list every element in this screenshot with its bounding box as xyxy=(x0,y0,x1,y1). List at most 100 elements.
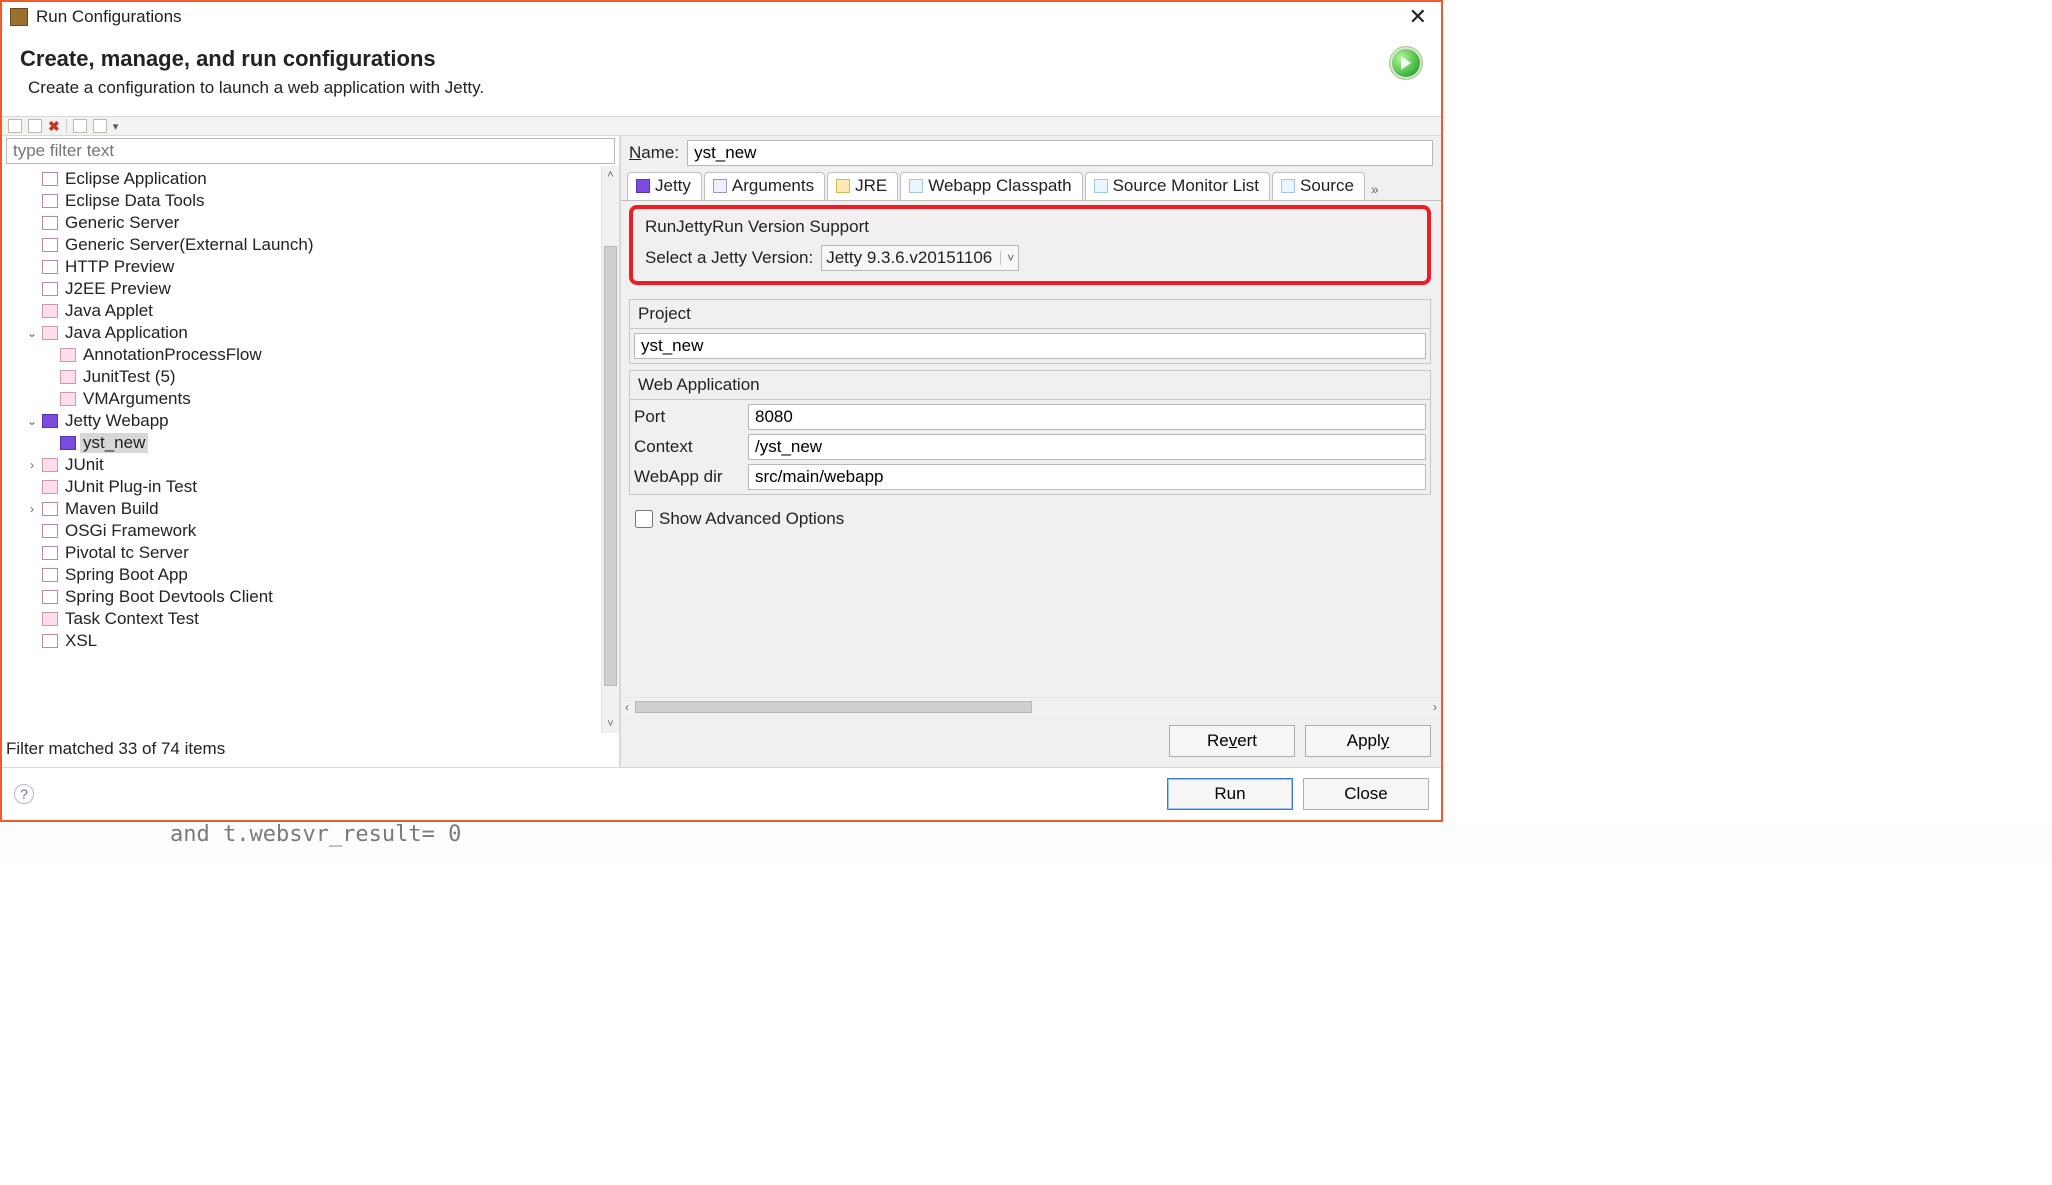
scroll-up-icon[interactable]: ˄ xyxy=(602,166,619,184)
app-icon xyxy=(10,8,28,26)
tree-item[interactable]: JunitTest (5) xyxy=(8,366,597,388)
tree-item[interactable]: ›JUnit xyxy=(8,454,597,476)
chevron-down-icon: ˅ xyxy=(1000,251,1014,265)
tree-item[interactable]: Task Context Test xyxy=(8,608,597,630)
scroll-down-icon[interactable]: ˅ xyxy=(602,715,619,733)
scroll-thumb[interactable] xyxy=(604,246,617,686)
name-label: Name: xyxy=(629,143,679,163)
tree-scrollbar[interactable]: ˄ ˅ xyxy=(601,166,619,733)
tab-jre[interactable]: JRE xyxy=(827,172,898,200)
duplicate-config-icon[interactable] xyxy=(28,119,42,133)
webappdir-label: WebApp dir xyxy=(634,464,744,490)
tree-item-label: J2EE Preview xyxy=(62,279,174,299)
tree-item-label: yst_new xyxy=(80,433,148,453)
collapse-all-icon[interactable] xyxy=(73,119,87,133)
filter-input[interactable] xyxy=(6,138,615,164)
source-monitor-tab-icon xyxy=(1094,179,1108,193)
tree-item[interactable]: ›Maven Build xyxy=(8,498,597,520)
tab-arguments[interactable]: Arguments xyxy=(704,172,825,200)
revert-button[interactable]: Revert xyxy=(1169,725,1295,757)
tab-source[interactable]: Source xyxy=(1272,172,1365,200)
tree-item[interactable]: XSL xyxy=(8,630,597,652)
twisty-icon[interactable]: ⌄ xyxy=(26,326,38,340)
port-input[interactable] xyxy=(748,404,1426,430)
context-input[interactable] xyxy=(748,434,1426,460)
project-section: Project xyxy=(629,299,1431,364)
twisty-icon[interactable]: ⌄ xyxy=(26,414,38,428)
tab-source-monitor[interactable]: Source Monitor List xyxy=(1085,172,1270,200)
tree-item[interactable]: Java Applet xyxy=(8,300,597,322)
hscroll-thumb[interactable] xyxy=(635,701,1032,713)
tree-item-label: JUnit Plug-in Test xyxy=(62,477,200,497)
version-group-title: RunJettyRun Version Support xyxy=(645,217,1419,237)
project-input[interactable] xyxy=(634,333,1426,359)
classpath-tab-icon xyxy=(909,179,923,193)
config-tree[interactable]: Eclipse ApplicationEclipse Data ToolsGen… xyxy=(2,166,601,733)
tree-item[interactable]: ⌄Jetty Webapp xyxy=(8,410,597,432)
tree-item[interactable]: HTTP Preview xyxy=(8,256,597,278)
tabs-overflow-icon[interactable]: » xyxy=(1367,178,1383,200)
titlebar: Run Configurations ✕ xyxy=(2,2,1441,32)
config-type-icon xyxy=(60,392,76,406)
jetty-version-combo[interactable]: Jetty 9.3.6.v20151106 ˅ xyxy=(821,245,1019,271)
config-type-icon xyxy=(42,568,58,582)
tree-item[interactable]: JUnit Plug-in Test xyxy=(8,476,597,498)
tree-item[interactable]: Generic Server(External Launch) xyxy=(8,234,597,256)
horizontal-scrollbar[interactable]: ‹ › xyxy=(621,697,1441,715)
tree-item-label: Eclipse Data Tools xyxy=(62,191,208,211)
project-title: Project xyxy=(630,300,1430,329)
tree-item[interactable]: OSGi Framework xyxy=(8,520,597,542)
config-type-icon xyxy=(42,458,58,472)
hscroll-left-icon[interactable]: ‹ xyxy=(625,700,629,714)
tree-item[interactable]: Eclipse Data Tools xyxy=(8,190,597,212)
filter-status: Filter matched 33 of 74 items xyxy=(2,733,619,767)
config-type-icon xyxy=(42,238,58,252)
advanced-label: Show Advanced Options xyxy=(659,509,844,529)
config-type-icon xyxy=(42,590,58,604)
config-type-icon xyxy=(42,414,58,428)
webappdir-input[interactable] xyxy=(748,464,1426,490)
tree-item[interactable]: VMArguments xyxy=(8,388,597,410)
tree-item-label: HTTP Preview xyxy=(62,257,177,277)
delete-config-icon[interactable]: ✖ xyxy=(48,119,60,133)
tree-item-label: Pivotal tc Server xyxy=(62,543,192,563)
tree-item[interactable]: Spring Boot Devtools Client xyxy=(8,586,597,608)
name-input[interactable] xyxy=(687,140,1433,166)
tree-item[interactable]: yst_new xyxy=(8,432,597,454)
tree-item[interactable]: Spring Boot App xyxy=(8,564,597,586)
config-type-icon xyxy=(60,370,76,384)
config-type-icon xyxy=(42,546,58,560)
config-type-icon xyxy=(42,502,58,516)
tree-item[interactable]: AnnotationProcessFlow xyxy=(8,344,597,366)
source-tab-icon xyxy=(1281,179,1295,193)
window-title: Run Configurations xyxy=(36,7,182,27)
tab-jetty[interactable]: Jetty xyxy=(627,172,702,200)
tree-item-label: Spring Boot App xyxy=(62,565,191,585)
hscroll-right-icon[interactable]: › xyxy=(1433,700,1437,714)
tree-item[interactable]: Pivotal tc Server xyxy=(8,542,597,564)
config-type-icon xyxy=(42,524,58,538)
advanced-checkbox[interactable] xyxy=(635,510,653,528)
apply-button[interactable]: Apply xyxy=(1305,725,1431,757)
run-icon xyxy=(1389,46,1423,80)
tree-item[interactable]: ⌄Java Application xyxy=(8,322,597,344)
new-config-icon[interactable] xyxy=(8,119,22,133)
tab-webapp-classpath[interactable]: Webapp Classpath xyxy=(900,172,1082,200)
twisty-icon[interactable]: › xyxy=(26,458,38,472)
tree-item[interactable]: Generic Server xyxy=(8,212,597,234)
run-button[interactable]: Run xyxy=(1167,778,1293,810)
tree-item-label: XSL xyxy=(62,631,100,651)
close-button[interactable]: Close xyxy=(1303,778,1429,810)
jetty-version-highlight: RunJettyRun Version Support Select a Jet… xyxy=(629,205,1431,285)
config-type-icon xyxy=(42,194,58,208)
run-configurations-dialog: Run Configurations ✕ Create, manage, and… xyxy=(0,0,1443,822)
tree-item-label: AnnotationProcessFlow xyxy=(80,345,265,365)
help-icon[interactable]: ? xyxy=(14,784,34,804)
context-label: Context xyxy=(634,434,744,460)
toolbar-menu-icon[interactable]: ▾ xyxy=(113,120,119,133)
tree-item[interactable]: J2EE Preview xyxy=(8,278,597,300)
filter-icon[interactable] xyxy=(93,119,107,133)
tree-item[interactable]: Eclipse Application xyxy=(8,168,597,190)
twisty-icon[interactable]: › xyxy=(26,502,38,516)
close-icon[interactable]: ✕ xyxy=(1403,6,1433,28)
